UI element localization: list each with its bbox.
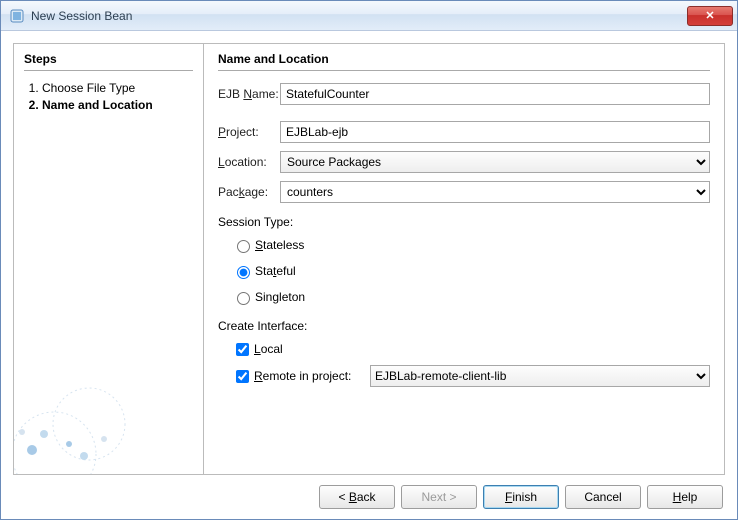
project-label: Project: (218, 125, 280, 139)
row-package: Package: counters (218, 181, 710, 203)
ejb-name-label: EJB Name: (218, 87, 280, 101)
sidebar-heading: Steps (24, 52, 193, 66)
next-button: Next > (401, 485, 477, 509)
row-project: Project: (218, 121, 710, 143)
check-local-row[interactable]: Local (232, 339, 710, 359)
titlebar: New Session Bean ✕ (1, 1, 737, 31)
check-remote-label: Remote in project: (254, 369, 351, 383)
check-local[interactable] (236, 343, 249, 356)
radio-singleton-label: Singleton (255, 290, 305, 304)
content: Steps Choose File Type Name and Location (1, 31, 737, 519)
main-form: Name and Location EJB Name: Project: Loc… (204, 44, 724, 474)
radio-stateful[interactable] (237, 266, 250, 279)
panel: Steps Choose File Type Name and Location (13, 43, 725, 475)
radio-stateless-row[interactable]: Stateless (232, 235, 710, 255)
check-remote[interactable] (236, 370, 249, 383)
back-button[interactable]: < Back (319, 485, 395, 509)
divider (24, 70, 193, 71)
close-button[interactable]: ✕ (687, 6, 733, 26)
close-icon: ✕ (705, 9, 714, 22)
location-label: Location: (218, 155, 280, 169)
step-item: Choose File Type (42, 81, 193, 95)
radio-singleton[interactable] (237, 292, 250, 305)
app-icon (9, 8, 25, 24)
divider (218, 70, 710, 71)
project-input[interactable] (280, 121, 710, 143)
button-bar: < Back Next > Finish Cancel Help (13, 485, 725, 509)
radio-stateless-label: Stateless (255, 238, 304, 252)
steps-sidebar: Steps Choose File Type Name and Location (14, 44, 204, 474)
create-interface-label: Create Interface: (218, 319, 710, 333)
radio-stateless[interactable] (237, 240, 250, 253)
ejb-name-input[interactable] (280, 83, 710, 105)
step-item-current: Name and Location (42, 98, 193, 112)
row-ejb-name: EJB Name: (218, 83, 710, 105)
remote-label-wrap[interactable]: Remote in project: (232, 367, 370, 386)
main-heading: Name and Location (218, 52, 710, 66)
remote-project-select[interactable]: EJBLab-remote-client-lib (370, 365, 710, 387)
check-local-label: Local (254, 342, 283, 356)
session-type-label: Session Type: (218, 215, 710, 229)
check-remote-row: Remote in project: EJBLab-remote-client-… (232, 365, 710, 387)
cancel-button[interactable]: Cancel (565, 485, 641, 509)
row-location: Location: Source Packages (218, 151, 710, 173)
radio-stateful-row[interactable]: Stateful (232, 261, 710, 281)
radio-singleton-row[interactable]: Singleton (232, 287, 710, 307)
steps-list: Choose File Type Name and Location (24, 81, 193, 112)
radio-stateful-label: Stateful (255, 264, 296, 278)
location-select[interactable]: Source Packages (280, 151, 710, 173)
package-select[interactable]: counters (280, 181, 710, 203)
package-label: Package: (218, 185, 280, 199)
finish-button[interactable]: Finish (483, 485, 559, 509)
sidebar-decoration (14, 384, 203, 474)
help-button[interactable]: Help (647, 485, 723, 509)
window-title: New Session Bean (31, 9, 687, 23)
